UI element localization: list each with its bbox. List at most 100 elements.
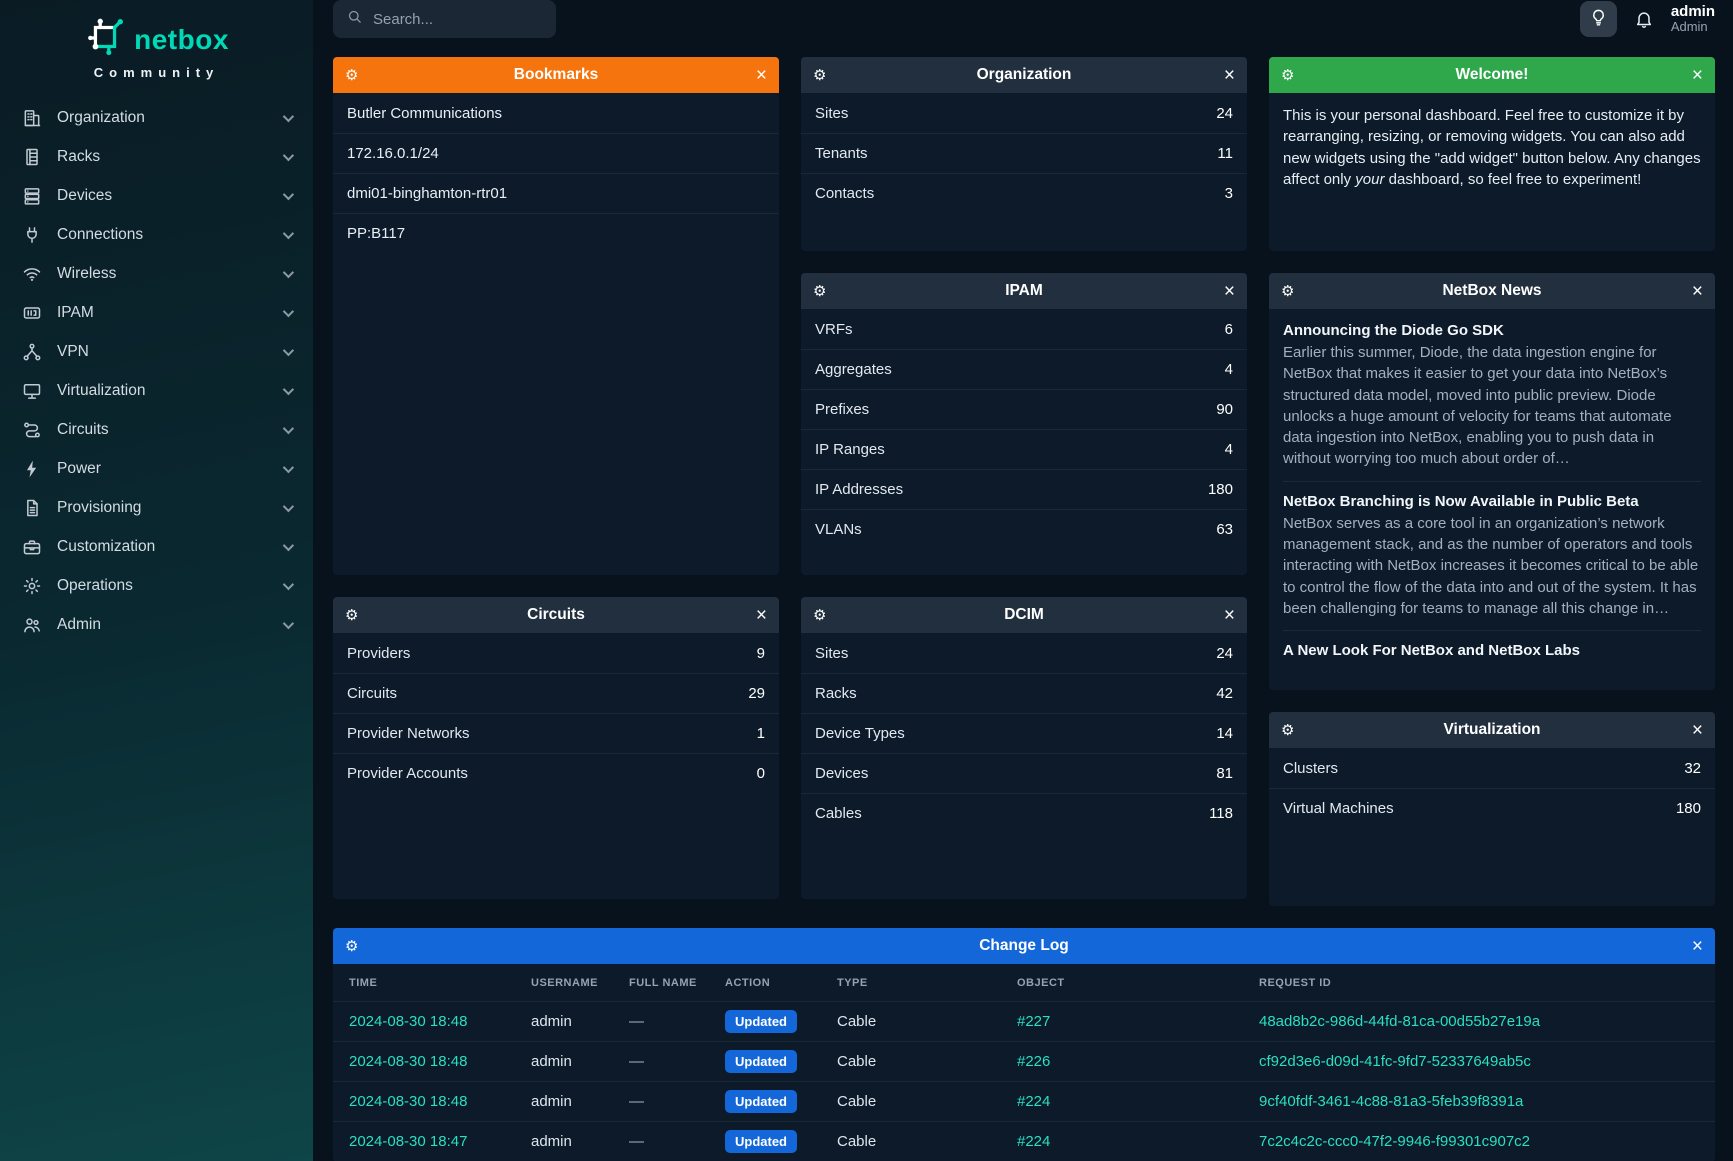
close-icon[interactable]: ×: [1224, 282, 1235, 301]
change-log-table: Time Username Full Name Action Type Obje…: [333, 964, 1715, 1161]
action-badge: Updated: [725, 1050, 797, 1073]
sidebar-item-operations[interactable]: Operations: [0, 566, 313, 605]
widget-title: Change Log: [333, 937, 1715, 955]
close-icon[interactable]: ×: [1224, 606, 1235, 625]
changelog-request-id-link[interactable]: 48ad8b2c-986d-44fd-81ca-00d55b27e19a: [1259, 1013, 1540, 1030]
gear-icon[interactable]: ⚙: [345, 939, 358, 954]
theme-toggle-button[interactable]: [1580, 1, 1617, 37]
gear-icon[interactable]: ⚙: [1281, 68, 1294, 83]
chevron-down-icon: [283, 305, 294, 316]
widget-title: Bookmarks: [333, 66, 779, 84]
widget-title: Circuits: [333, 606, 779, 624]
changelog-time-link[interactable]: 2024-08-30 18:48: [349, 1053, 467, 1070]
user-menu[interactable]: admin Admin: [1671, 3, 1715, 35]
toolbox-icon: [22, 537, 42, 557]
stat-row: Providers9: [333, 633, 779, 673]
stat-row: Sites24: [801, 93, 1247, 133]
changelog-request-id-link[interactable]: 9cf40fdf-3461-4c88-81a3-5feb39f8391a: [1259, 1093, 1523, 1110]
bookmark-item[interactable]: dmi01-binghamton-rtr01: [333, 173, 779, 213]
dashboard: ⚙ Bookmarks × Butler Communications 172.…: [313, 38, 1733, 1161]
stat-row: Prefixes90: [801, 389, 1247, 429]
search-input[interactable]: [373, 11, 523, 28]
sidebar-item-wireless[interactable]: Wireless: [0, 254, 313, 293]
gear-icon[interactable]: ⚙: [345, 608, 358, 623]
widget-title: IPAM: [801, 282, 1247, 300]
welcome-text: This is your personal dashboard. Feel fr…: [1269, 93, 1715, 202]
changelog-full-name: —: [621, 1082, 717, 1122]
changelog-username: admin: [523, 1122, 621, 1161]
close-icon[interactable]: ×: [756, 66, 767, 85]
gear-icon[interactable]: ⚙: [1281, 284, 1294, 299]
news-item: A New Look For NetBox and NetBox Labs: [1283, 630, 1701, 673]
news-headline[interactable]: A New Look For NetBox and NetBox Labs: [1283, 642, 1701, 659]
sidebar-item-circuits[interactable]: Circuits: [0, 410, 313, 449]
sidebar-item-provisioning[interactable]: Provisioning: [0, 488, 313, 527]
user-role: Admin: [1671, 20, 1715, 35]
changelog-object-link[interactable]: #224: [1017, 1133, 1050, 1150]
sidebar-item-ipam[interactable]: IPAM: [0, 293, 313, 332]
bookmark-item[interactable]: PP:B117: [333, 213, 779, 253]
column-header-request-id: Request ID: [1251, 964, 1715, 1002]
news-body: Earlier this summer, Diode, the data ing…: [1283, 342, 1701, 470]
changelog-object-link[interactable]: #227: [1017, 1013, 1050, 1030]
column-header-username: Username: [523, 964, 621, 1002]
widget-title: Virtualization: [1269, 721, 1715, 739]
action-badge: Updated: [725, 1130, 797, 1153]
column-header-type: Type: [829, 964, 1009, 1002]
network-tree-icon: [22, 342, 42, 362]
close-icon[interactable]: ×: [1692, 282, 1703, 301]
gear-icon[interactable]: ⚙: [1281, 723, 1294, 738]
stat-row: Provider Accounts0: [333, 753, 779, 793]
brand-logo[interactable]: netbox Community: [0, 12, 313, 98]
sidebar: netbox Community Organization Racks Devi…: [0, 0, 313, 1161]
sidebar-item-virtualization[interactable]: Virtualization: [0, 371, 313, 410]
sidebar-item-customization[interactable]: Customization: [0, 527, 313, 566]
sidebar-item-organization[interactable]: Organization: [0, 98, 313, 137]
news-headline[interactable]: Announcing the Diode Go SDK: [1283, 322, 1701, 339]
notifications-bell-icon[interactable]: [1634, 9, 1654, 29]
gear-icon[interactable]: ⚙: [813, 608, 826, 623]
widget-circuits: ⚙ Circuits × Providers9 Circuits29 Provi…: [333, 597, 779, 899]
close-icon[interactable]: ×: [1692, 721, 1703, 740]
changelog-object-link[interactable]: #224: [1017, 1093, 1050, 1110]
changelog-time-link[interactable]: 2024-08-30 18:47: [349, 1133, 467, 1150]
sidebar-item-devices[interactable]: Devices: [0, 176, 313, 215]
news-headline[interactable]: NetBox Branching is Now Available in Pub…: [1283, 493, 1701, 510]
close-icon[interactable]: ×: [1692, 66, 1703, 85]
sidebar-item-connections[interactable]: Connections: [0, 215, 313, 254]
changelog-time-link[interactable]: 2024-08-30 18:48: [349, 1093, 467, 1110]
netbox-logo-icon: [84, 16, 126, 63]
chevron-down-icon: [283, 110, 294, 121]
gear-icon[interactable]: ⚙: [813, 68, 826, 83]
close-icon[interactable]: ×: [1692, 937, 1703, 956]
gear-icon[interactable]: ⚙: [345, 68, 358, 83]
bookmark-item[interactable]: Butler Communications: [333, 93, 779, 133]
changelog-request-id-link[interactable]: 7c2c4c2c-ccc0-47f2-9946-f99301c907c2: [1259, 1133, 1530, 1150]
bookmark-item[interactable]: 172.16.0.1/24: [333, 133, 779, 173]
changelog-time-link[interactable]: 2024-08-30 18:48: [349, 1013, 467, 1030]
news-item: Announcing the Diode Go SDK Earlier this…: [1283, 311, 1701, 481]
changelog-object-link[interactable]: #226: [1017, 1053, 1050, 1070]
chevron-down-icon: [283, 461, 294, 472]
chevron-down-icon: [283, 383, 294, 394]
changelog-full-name: —: [621, 1042, 717, 1082]
sidebar-item-racks[interactable]: Racks: [0, 137, 313, 176]
widget-bookmarks: ⚙ Bookmarks × Butler Communications 172.…: [333, 57, 779, 575]
close-icon[interactable]: ×: [756, 606, 767, 625]
search-box[interactable]: [333, 0, 556, 38]
top-bar: admin Admin: [313, 0, 1733, 38]
sidebar-item-power[interactable]: Power: [0, 449, 313, 488]
gear-icon[interactable]: ⚙: [813, 284, 826, 299]
changelog-type: Cable: [829, 1082, 1009, 1122]
close-icon[interactable]: ×: [1224, 66, 1235, 85]
action-badge: Updated: [725, 1010, 797, 1033]
rack-icon: [22, 147, 42, 167]
chevron-down-icon: [283, 617, 294, 628]
brand-name: netbox: [134, 24, 229, 56]
lightning-bolt-icon: [22, 459, 42, 479]
sidebar-item-admin[interactable]: Admin: [0, 605, 313, 644]
changelog-request-id-link[interactable]: cf92d3e6-d09d-41fc-9fd7-52337649ab5c: [1259, 1053, 1531, 1070]
widget-title: Welcome!: [1269, 66, 1715, 84]
chevron-down-icon: [283, 188, 294, 199]
sidebar-item-vpn[interactable]: VPN: [0, 332, 313, 371]
